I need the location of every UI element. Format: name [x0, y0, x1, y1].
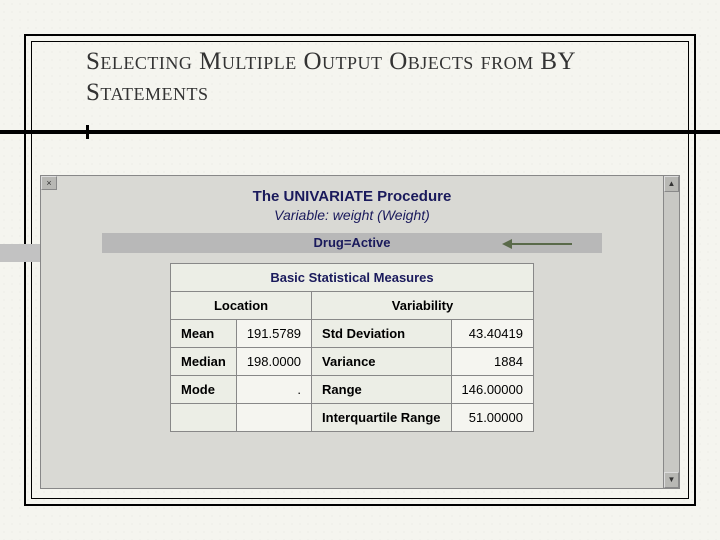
loc-label	[171, 404, 237, 432]
var-value: 51.00000	[451, 404, 533, 432]
by-group-label: Drug=Active	[314, 235, 391, 250]
table-row: Interquartile Range 51.00000	[171, 404, 534, 432]
var-value: 1884	[451, 348, 533, 376]
col-header-location: Location	[171, 292, 312, 320]
title-rule	[0, 130, 720, 134]
slide-title: Selecting Multiple Output Objects from B…	[86, 46, 670, 109]
proc-title: The UNIVARIATE Procedure	[41, 188, 663, 205]
var-label: Std Deviation	[312, 320, 451, 348]
scroll-down-icon[interactable]: ▼	[664, 472, 679, 488]
output-body: The UNIVARIATE Procedure Variable: weigh…	[41, 176, 663, 488]
loc-label: Mode	[171, 376, 237, 404]
table-row: Median 198.0000 Variance 1884	[171, 348, 534, 376]
proc-subtitle: Variable: weight (Weight)	[41, 207, 663, 223]
callout-arrow-icon	[502, 233, 572, 253]
loc-label: Mean	[171, 320, 237, 348]
sas-output-pane: × ▲ ▼ The UNIVARIATE Procedure Variable:…	[40, 175, 680, 489]
var-value: 146.00000	[451, 376, 533, 404]
var-label: Variance	[312, 348, 451, 376]
scroll-up-icon[interactable]: ▲	[664, 176, 679, 192]
loc-value: 191.5789	[236, 320, 311, 348]
loc-value: 198.0000	[236, 348, 311, 376]
loc-label: Median	[171, 348, 237, 376]
vertical-scrollbar[interactable]: ▲ ▼	[663, 176, 679, 488]
col-header-variability: Variability	[312, 292, 534, 320]
var-label: Interquartile Range	[312, 404, 451, 432]
loc-value: .	[236, 376, 311, 404]
var-label: Range	[312, 376, 451, 404]
stat-measures-table: Basic Statistical Measures Location Vari…	[170, 263, 534, 432]
by-group-bar: Drug=Active	[102, 233, 602, 253]
loc-value	[236, 404, 311, 432]
table-row: Mode . Range 146.00000	[171, 376, 534, 404]
var-value: 43.40419	[451, 320, 533, 348]
table-row: Mean 191.5789 Std Deviation 43.40419	[171, 320, 534, 348]
table-title: Basic Statistical Measures	[171, 264, 534, 292]
title-block: Selecting Multiple Output Objects from B…	[86, 46, 670, 109]
